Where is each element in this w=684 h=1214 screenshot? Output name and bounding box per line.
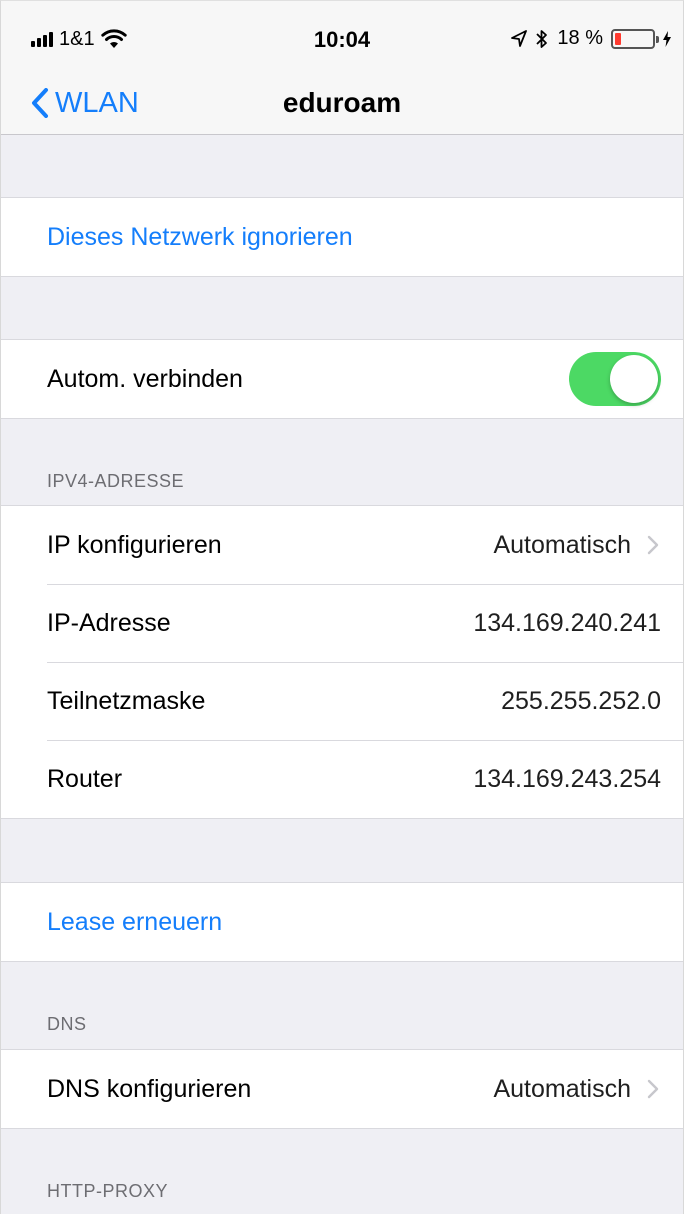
toggle-knob [610, 355, 658, 403]
ipv4-group: IP konfigurieren Automatisch IP-Adresse … [1, 505, 683, 819]
settings-screen: 1&1 10:04 18 % WLAN eduroam Dieses Netzw… [0, 0, 684, 1214]
battery-percent: 18 % [557, 27, 603, 49]
row-label: IP-Adresse [47, 608, 171, 637]
auto-join-label: Autom. verbinden [47, 364, 243, 393]
status-bar: 1&1 10:04 18 % [1, 1, 683, 73]
dns-configure-row[interactable]: DNS konfigurieren Automatisch [1, 1050, 683, 1128]
ip-address-row: IP-Adresse 134.169.240.241 [1, 584, 683, 662]
chevron-right-icon [647, 534, 661, 556]
auto-join-group: Autom. verbinden [1, 339, 683, 419]
status-right: 18 % [511, 27, 671, 50]
page-title: eduroam [282, 87, 402, 118]
dns-group: DNS konfigurieren Automatisch [1, 1049, 683, 1129]
renew-lease-group: Lease erneuern [1, 882, 683, 962]
row-label: Teilnetzmaske [47, 686, 206, 715]
charging-icon [663, 30, 671, 47]
row-label: IP konfigurieren [47, 530, 222, 559]
renew-lease-label: Lease erneuern [47, 907, 223, 936]
row-label: Router [47, 764, 123, 793]
row-value: 134.169.243.254 [473, 764, 661, 793]
auto-join-toggle[interactable] [569, 352, 661, 406]
row-value: 255.255.252.0 [501, 686, 661, 715]
ipv4-section-header: IPV4-ADRESSE [47, 471, 185, 491]
row-label: DNS konfigurieren [47, 1074, 252, 1103]
subnet-mask-row: Teilnetzmaske 255.255.252.0 [1, 662, 683, 740]
forget-network-button[interactable]: Dieses Netzwerk ignorieren [1, 198, 683, 276]
navigation-bar: WLAN eduroam [1, 73, 683, 135]
battery-fill [615, 32, 621, 45]
router-row: Router 134.169.243.254 [1, 740, 683, 818]
chevron-right-icon [647, 1078, 661, 1100]
http-proxy-section-header: HTTP-PROXY [47, 1181, 169, 1201]
row-value: Automatisch [493, 530, 631, 559]
bluetooth-icon [536, 29, 548, 48]
forget-network-group: Dieses Netzwerk ignorieren [1, 197, 683, 277]
renew-lease-button[interactable]: Lease erneuern [1, 883, 683, 961]
ip-configure-row[interactable]: IP konfigurieren Automatisch [1, 506, 683, 584]
forget-network-label: Dieses Netzwerk ignorieren [47, 222, 353, 251]
auto-join-row: Autom. verbinden [1, 340, 683, 418]
row-value: 134.169.240.241 [473, 608, 661, 637]
row-value: Automatisch [493, 1074, 631, 1103]
location-icon [511, 29, 528, 47]
dns-section-header: DNS [47, 1014, 87, 1034]
battery-icon [611, 28, 659, 49]
